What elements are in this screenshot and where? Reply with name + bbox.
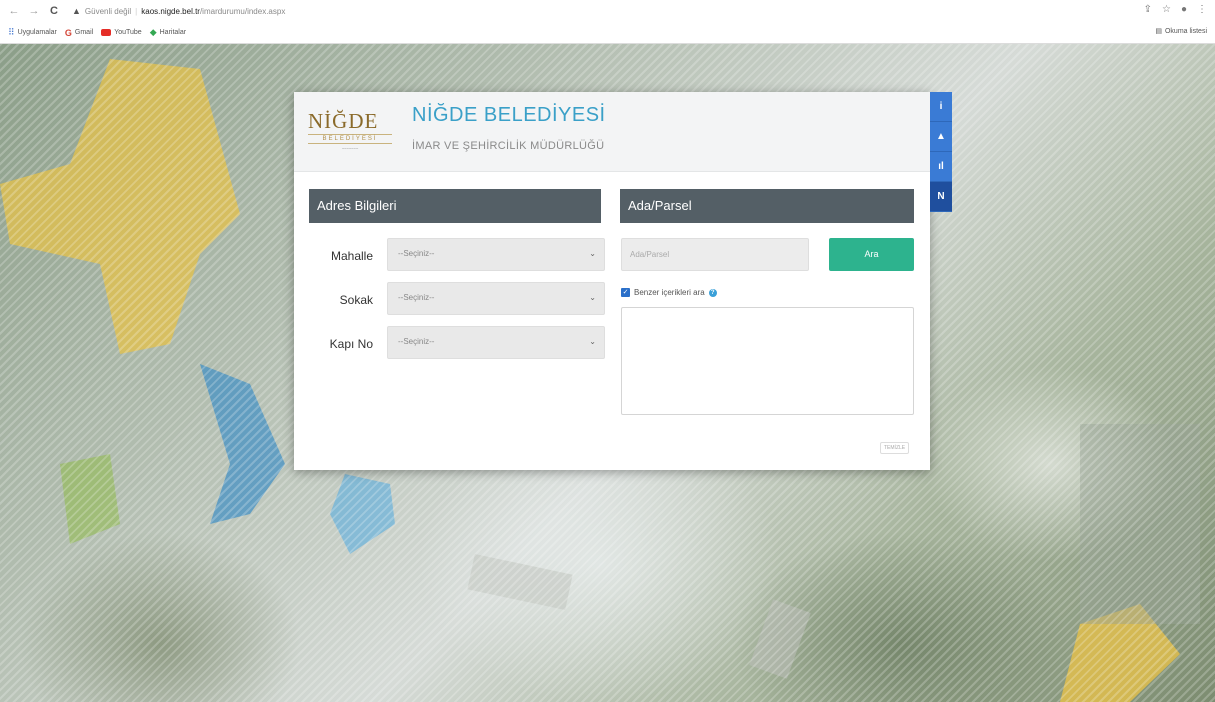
browser-actions: ⇪ ☆ ● ⋮ <box>1144 4 1207 15</box>
ada-parsel-placeholder: Ada/Parsel <box>630 250 670 259</box>
reading-list-label: Okuma listesi <box>1164 27 1207 35</box>
bookmark-maps[interactable]: ◆ Haritalar <box>150 27 186 38</box>
bookmark-label: Haritalar <box>159 29 187 36</box>
search-panel: NİĞDE BELEDİYESİ ~~~~~~~ NİĞDE BELEDİYES… <box>294 92 930 470</box>
bookmark-label: YouTube <box>114 29 142 36</box>
similar-label: Benzer içerikleri ara <box>634 288 705 297</box>
profile-icon[interactable]: ● <box>1181 4 1187 15</box>
share-icon[interactable]: ⇪ <box>1144 4 1152 15</box>
reload-icon[interactable]: C <box>48 5 60 17</box>
warning-icon[interactable]: ▲ <box>72 6 81 16</box>
warning-icon[interactable]: ▲ <box>930 122 952 152</box>
mahalle-select[interactable]: --Seçiniz-- ⌄ <box>387 238 605 271</box>
page-subtitle: İMAR VE ŞEHİRCİLİK MÜDÜRLÜĞÜ <box>412 140 605 152</box>
bookmarks-bar: ⠿ Uygulamalar G Gmail YouTube ◆ Haritalar <box>0 22 1215 43</box>
security-status[interactable]: Güvenli değil <box>85 7 131 16</box>
info-icon[interactable]: ? <box>708 288 717 297</box>
star-icon[interactable]: ☆ <box>1162 4 1171 15</box>
side-toolbar: i ▲ ıl N <box>930 92 952 212</box>
clear-button[interactable]: TEMİZLE <box>880 442 910 454</box>
sokak-label: Sokak <box>339 293 373 307</box>
mahalle-value: --Seçiniz-- <box>398 249 435 258</box>
back-icon[interactable]: ← <box>8 5 20 17</box>
url-separator: | <box>135 6 138 16</box>
bookmark-apps[interactable]: ⠿ Uygulamalar <box>8 27 57 38</box>
kapi-no-value: --Seçiniz-- <box>398 337 435 346</box>
url-host: kaos.nigde.bel.tr <box>141 6 200 16</box>
logo-sub: BELEDİYESİ <box>308 134 392 144</box>
similar-search-option: ✓ Benzer içerikleri ara ? <box>621 288 717 297</box>
bookmark-gmail[interactable]: G Gmail <box>65 28 93 38</box>
stats-icon[interactable]: ıl <box>930 152 952 182</box>
reading-list-button[interactable]: ▤ Okuma listesi <box>1155 27 1207 36</box>
page-title: NİĞDE BELEDİYESİ <box>412 104 606 126</box>
bookmark-youtube[interactable]: YouTube <box>101 29 142 36</box>
forward-icon[interactable]: → <box>28 5 40 17</box>
maps-icon: ◆ <box>149 27 157 37</box>
map-pin-icon[interactable]: N <box>930 182 952 212</box>
mahalle-label: Mahalle <box>330 249 373 263</box>
bookmark-label: Uygulamalar <box>17 29 57 36</box>
parcel-section-title: Ada/Parsel <box>620 189 914 223</box>
bookmark-label: Gmail <box>74 29 94 36</box>
panel-header: NİĞDE BELEDİYESİ ~~~~~~~ NİĞDE BELEDİYES… <box>294 92 930 172</box>
municipality-logo: NİĞDE BELEDİYESİ ~~~~~~~ <box>308 104 392 162</box>
search-button[interactable]: Ara <box>829 238 914 271</box>
chevron-down-icon: ⌄ <box>589 293 596 302</box>
gmail-icon: G <box>64 27 72 38</box>
url-path: /imardurumu/index.aspx <box>199 6 286 16</box>
reading-list-icon: ▤ <box>1155 28 1162 35</box>
address-section-title: Adres Bilgileri <box>309 189 601 223</box>
sokak-select[interactable]: --Seçiniz-- ⌄ <box>387 282 605 315</box>
logo-word: NİĞDE <box>308 109 379 133</box>
address-bar-row: ← → C ▲ Güvenli değil | kaos.nigde.bel.t… <box>0 0 1215 22</box>
ada-parsel-input[interactable]: Ada/Parsel <box>621 238 809 271</box>
kapi-no-label: Kapı No <box>329 337 373 351</box>
youtube-icon <box>101 29 112 36</box>
url-field[interactable]: kaos.nigde.bel.tr/imardurumu/index.aspx <box>141 7 285 16</box>
chevron-down-icon: ⌄ <box>589 249 596 258</box>
browser-chrome: ← → C ▲ Güvenli değil | kaos.nigde.bel.t… <box>0 0 1215 44</box>
results-box <box>621 307 914 415</box>
sokak-value: --Seçiniz-- <box>398 293 435 302</box>
apps-icon: ⠿ <box>8 27 15 37</box>
menu-icon[interactable]: ⋮ <box>1197 4 1207 15</box>
info-icon[interactable]: i <box>930 92 952 122</box>
similar-checkbox[interactable]: ✓ <box>621 288 630 297</box>
chevron-down-icon: ⌄ <box>589 337 596 346</box>
logo-tagline: ~~~~~~~ <box>341 146 359 151</box>
kapi-no-select[interactable]: --Seçiniz-- ⌄ <box>387 326 605 359</box>
